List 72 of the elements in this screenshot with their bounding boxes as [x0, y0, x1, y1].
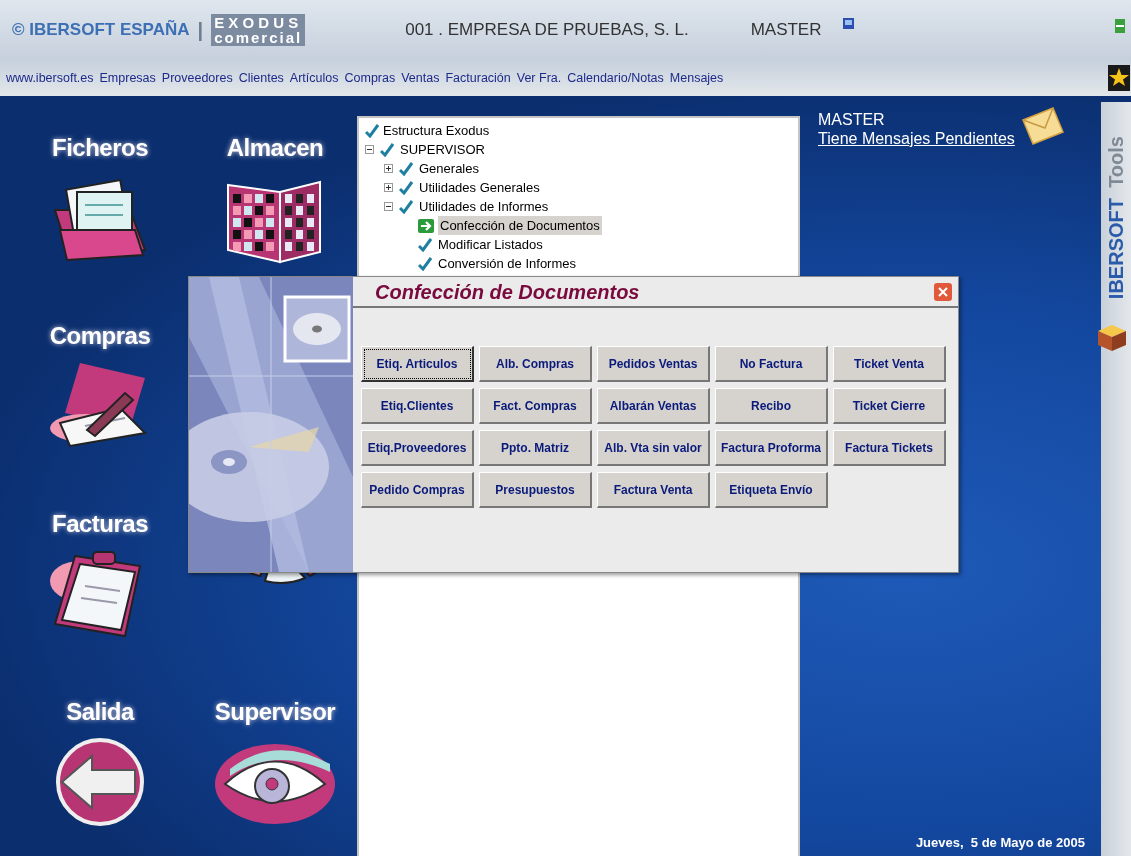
dialog-title: Confección de Documentos	[375, 279, 640, 305]
document-button[interactable]: Ppto. Matriz	[479, 430, 592, 466]
document-button[interactable]: Factura Proforma	[715, 430, 828, 466]
user-name: MASTER	[750, 19, 822, 42]
window-icon[interactable]	[843, 17, 855, 29]
nav-link[interactable]: Mensajes	[669, 68, 724, 88]
check-icon	[365, 123, 379, 138]
module-label[interactable]: Almacen	[226, 130, 324, 166]
minimize-icon[interactable]	[1115, 19, 1125, 33]
nav-link[interactable]: Artículos	[289, 68, 339, 88]
nav-link[interactable]: Empresas	[99, 68, 156, 88]
nav-link[interactable]: Facturación	[445, 68, 511, 88]
document-button[interactable]: Factura Tickets	[833, 430, 946, 466]
check-icon	[380, 142, 394, 157]
document-button[interactable]: Ticket Cierre	[833, 388, 946, 424]
document-button[interactable]: Pedido Compras	[361, 472, 474, 508]
separator-text: |	[197, 18, 204, 43]
tree-item[interactable]: Generales	[417, 158, 481, 179]
user-label: MASTER	[818, 110, 886, 129]
tree-item[interactable]: Utilidades Generales	[417, 177, 542, 198]
collapse-toggle[interactable]	[365, 145, 374, 154]
product-logo-top: E X O D U S	[214, 15, 300, 30]
company-name: 001 . EMPRESA DE PRUEBAS, S. L.	[405, 19, 689, 42]
module-label[interactable]: Facturas	[51, 506, 148, 542]
nav-link[interactable]: Compras	[344, 68, 396, 88]
tree-item[interactable]: Modificar Listados	[436, 234, 545, 255]
tree-item[interactable]: Utilidades de Informes	[417, 196, 551, 217]
tree-item[interactable]: SUPERVISOR	[398, 139, 487, 160]
expand-toggle[interactable]	[384, 183, 393, 192]
expand-toggle[interactable]	[384, 164, 393, 173]
date-text: Jueves, 5 de Mayo de 2005	[915, 833, 1085, 852]
nav-link[interactable]: Ver Fra.	[516, 68, 562, 88]
document-button[interactable]: Fact. Compras	[479, 388, 592, 424]
module-label[interactable]: Compras	[49, 318, 151, 354]
module-label[interactable]: Supervisor	[214, 694, 336, 730]
document-button[interactable]: Factura Venta	[597, 472, 710, 508]
nav-link[interactable]: www.ibersoft.es	[6, 68, 94, 88]
check-icon	[418, 237, 432, 252]
close-button[interactable]	[934, 282, 952, 301]
tree-item[interactable]: Estructura Exodus	[383, 120, 490, 141]
document-button[interactable]: Pedidos Ventas	[597, 346, 710, 382]
document-button[interactable]: Etiq. Articulos	[361, 346, 474, 382]
nav-link[interactable]: Calendario/Notas	[567, 68, 664, 88]
brand-vertical-text: IBERSOFT	[1104, 197, 1128, 299]
nav-link[interactable]: Ventas	[401, 68, 440, 88]
nav-link[interactable]: Proveedores	[161, 68, 233, 88]
document-button[interactable]: Etiq.Clientes	[361, 388, 474, 424]
document-button[interactable]: No Factura	[715, 346, 828, 382]
tree-item[interactable]: Confección de Documentos	[438, 215, 602, 236]
close-icon	[938, 286, 948, 297]
module-label[interactable]: Ficheros	[52, 130, 148, 166]
tools-vertical-text: Tools	[1104, 136, 1128, 188]
document-button[interactable]: Etiq.Proveedores	[361, 430, 474, 466]
document-button[interactable]: Presupuestos	[479, 472, 592, 508]
document-button[interactable]: Alb. Compras	[479, 346, 592, 382]
document-button[interactable]: Etiqueta Envío	[715, 472, 828, 508]
product-logo-bottom: comercial	[214, 30, 303, 45]
module-label[interactable]: Salida	[66, 694, 134, 730]
collapse-toggle[interactable]	[384, 202, 393, 211]
document-button[interactable]: Ticket Venta	[833, 346, 946, 382]
document-button[interactable]: Recibo	[715, 388, 828, 424]
check-icon	[399, 161, 413, 176]
tree-item[interactable]: Conversión de Informes	[436, 253, 578, 274]
document-button[interactable]: Albarán Ventas	[597, 388, 710, 424]
arrow-icon	[418, 218, 434, 233]
check-icon	[399, 180, 413, 195]
messages-link[interactable]: Tiene Mensajes Pendientes	[818, 129, 1015, 148]
check-icon	[418, 256, 432, 271]
nav-link[interactable]: Clientes	[238, 68, 284, 88]
brand-text: © IBERSOFT ESPAÑA	[12, 19, 190, 42]
document-button[interactable]: Alb. Vta sin valor	[597, 430, 710, 466]
check-icon	[399, 199, 413, 214]
